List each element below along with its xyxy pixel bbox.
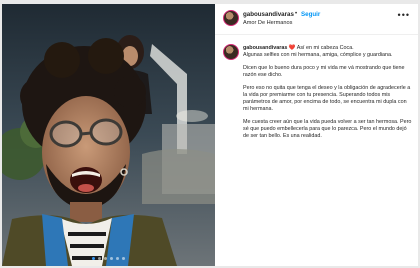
page: gabousandivaras • Seguir Amor De Hermano… [0, 0, 420, 268]
separator-dot: • [295, 11, 298, 17]
carousel-dot [98, 257, 101, 260]
caption-paragraph-4: Me cuesta creer aún que la vida pueda vo… [243, 119, 412, 139]
carousel-dot [116, 257, 119, 260]
follow-button[interactable]: Seguir [301, 11, 320, 18]
caption-text: gabousandivaras ❤️ Así en mi cabeza Coca… [243, 45, 413, 146]
carousel-dot [104, 257, 107, 260]
carousel-dot [110, 257, 113, 260]
caption-paragraph-2: Dicen que lo bueno dura poco y mi vida m… [243, 65, 405, 78]
avatar[interactable] [223, 10, 239, 26]
instagram-post: gabousandivaras • Seguir Amor De Hermano… [2, 4, 418, 266]
caption-username[interactable]: gabousandivaras [243, 45, 287, 51]
carousel-indicator [2, 257, 215, 260]
post-header: gabousandivaras • Seguir Amor De Hermano… [215, 4, 418, 35]
selfie-image [2, 4, 215, 266]
carousel-dot [122, 257, 125, 260]
more-options-icon[interactable]: ••• [398, 10, 410, 20]
carousel-dot [92, 257, 95, 260]
caption-paragraph-3: Pero eso no quita que tenga el deseo y l… [243, 85, 411, 112]
username-link[interactable]: gabousandivaras [243, 11, 294, 18]
post-photo[interactable] [2, 4, 215, 266]
post-sidebar: gabousandivaras • Seguir Amor De Hermano… [215, 4, 418, 266]
caption-line-2: Algunas selfies con mi hermana, amiga, c… [243, 52, 393, 58]
location-link[interactable]: Amor De Hermanos [243, 20, 292, 26]
caption-avatar[interactable] [223, 44, 239, 60]
caption-line-1: ❤️ Así en mi cabeza Coca. [288, 45, 354, 51]
